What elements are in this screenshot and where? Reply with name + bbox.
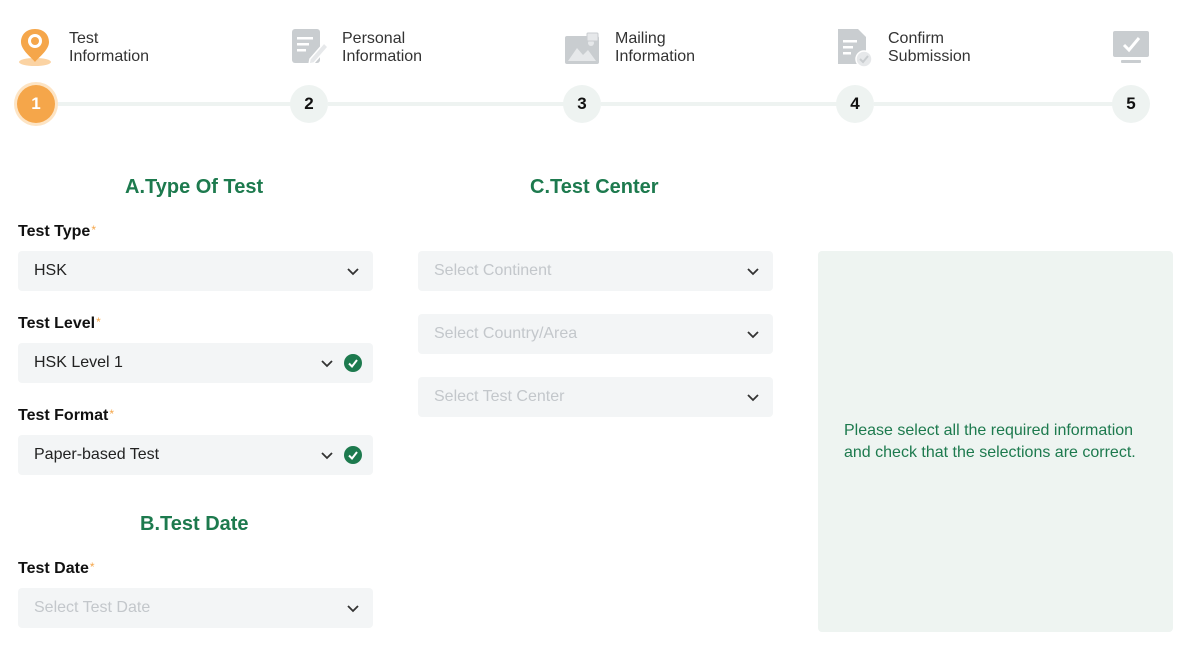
step-2-number[interactable]: 2 — [290, 85, 328, 123]
step-1-header[interactable]: Test Information — [17, 26, 149, 68]
section-a-title: A.Type Of Test — [125, 176, 264, 198]
test-center-select[interactable]: Select Test Center — [418, 377, 773, 417]
test-level-label: Test Level* — [18, 315, 101, 332]
chevron-down-icon — [347, 268, 359, 276]
continent-select[interactable]: Select Continent — [418, 251, 773, 291]
valid-check-icon — [344, 354, 362, 372]
chevron-down-icon — [747, 394, 759, 402]
edit-document-icon — [290, 26, 328, 68]
test-format-label: Test Format* — [18, 407, 115, 424]
test-level-select[interactable]: HSK Level 1 — [18, 343, 373, 383]
chevron-down-icon — [747, 268, 759, 276]
step-3-number[interactable]: 3 — [563, 85, 601, 123]
step-4-title: Confirm Submission — [888, 30, 971, 65]
image-mail-icon — [563, 26, 601, 68]
step-5-number[interactable]: 5 — [1112, 85, 1150, 123]
step-track — [55, 102, 291, 106]
test-date-label: Test Date* — [18, 560, 95, 577]
chevron-down-icon — [747, 331, 759, 339]
chevron-down-icon — [347, 605, 359, 613]
test-format-select[interactable]: Paper-based Test — [18, 435, 373, 475]
step-4-header[interactable]: Confirm Submission — [836, 26, 971, 68]
valid-check-icon — [344, 446, 362, 464]
step-3-title: Mailing Information — [615, 30, 696, 65]
step-1-title: Test Information — [69, 30, 150, 65]
test-date-select[interactable]: Select Test Date — [18, 588, 373, 628]
step-5-header[interactable] — [1112, 26, 1164, 68]
location-pin-icon — [17, 26, 55, 68]
step-4-number[interactable]: 4 — [836, 85, 874, 123]
step-track — [328, 102, 564, 106]
info-panel: Please select all the required informati… — [818, 251, 1173, 632]
test-type-label: Test Type* — [18, 223, 96, 240]
country-area-select[interactable]: Select Country/Area — [418, 314, 773, 354]
step-2-header[interactable]: Personal Information — [290, 26, 422, 68]
section-c-title: C.Test Center — [530, 176, 659, 198]
step-1-number[interactable]: 1 — [17, 85, 55, 123]
test-type-select[interactable]: HSK — [18, 251, 373, 291]
chevron-down-icon — [321, 360, 333, 368]
step-track — [874, 102, 1113, 106]
section-b-title: B.Test Date — [140, 513, 249, 535]
monitor-check-icon — [1112, 26, 1150, 68]
step-track — [601, 102, 837, 106]
step-2-title: Personal Information — [342, 30, 423, 65]
step-3-header[interactable]: Mailing Information — [563, 26, 695, 68]
chevron-down-icon — [321, 452, 333, 460]
document-check-icon — [836, 26, 874, 68]
info-message: Please select all the required informati… — [844, 421, 1136, 461]
progress-stepper: Test Information 1 Personal Information … — [0, 0, 1200, 140]
